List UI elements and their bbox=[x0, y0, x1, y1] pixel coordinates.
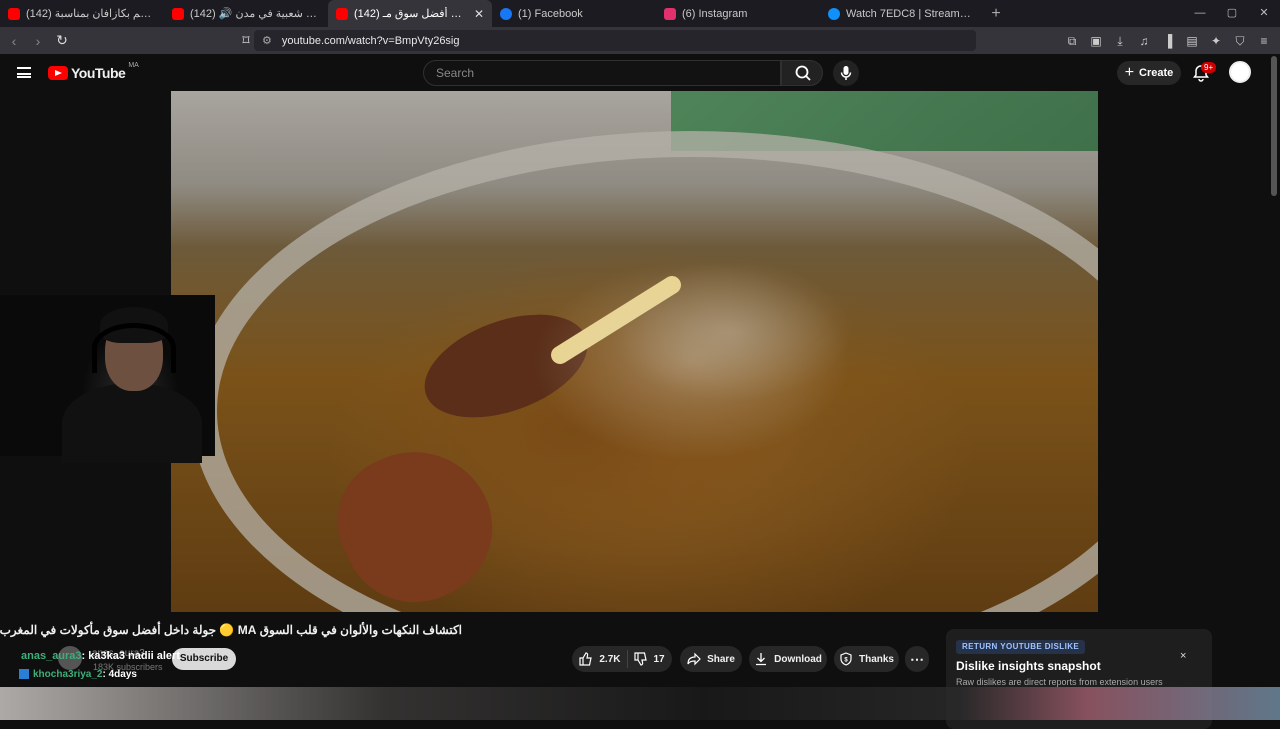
headset-icon bbox=[92, 323, 176, 373]
search-button[interactable] bbox=[781, 60, 823, 86]
youtube-wordmark: YouTube bbox=[71, 65, 126, 81]
maximize-icon[interactable]: ▢ bbox=[1216, 0, 1248, 27]
tab-title: (142) جمعتهم وفاجئتهم بكازافان بمناسبة bbox=[26, 8, 156, 20]
microphone-icon bbox=[840, 66, 852, 80]
thanks-dollar-icon: $ bbox=[840, 652, 852, 666]
svg-text:$: $ bbox=[844, 658, 848, 664]
forward-icon[interactable]: › bbox=[28, 33, 48, 49]
video-player[interactable] bbox=[171, 91, 1098, 612]
url-text: youtube.com/watch?v=BmpVty26sig bbox=[281, 34, 460, 47]
close-panel-icon[interactable]: × bbox=[1180, 650, 1186, 662]
music-icon[interactable]: ♫ bbox=[1136, 34, 1152, 48]
youtube-favicon-icon bbox=[336, 7, 348, 20]
search-input[interactable]: Search bbox=[423, 60, 781, 86]
page-scrollbar[interactable] bbox=[1271, 56, 1277, 196]
youtube-header: YouTube MA Search + Create 9+ bbox=[0, 54, 1280, 91]
download-icon bbox=[756, 653, 767, 666]
instagram-favicon-icon bbox=[664, 7, 676, 20]
close-window-icon[interactable]: ✕ bbox=[1248, 0, 1280, 27]
create-label: Create bbox=[1139, 67, 1174, 79]
browser-tab[interactable]: Watch 7EDC8 | Streamable bbox=[820, 0, 984, 27]
create-button[interactable]: + Create bbox=[1117, 61, 1181, 85]
chat-text: : ka3ka3 nadii alert bbox=[81, 650, 180, 662]
address-bar-row: ‹ › ↻ ⌑ ⚙ youtube.com/watch?v=BmpVty26si… bbox=[0, 27, 1280, 74]
extension-tag: RETURN YOUTUBE DISLIKE bbox=[956, 640, 1086, 654]
chat-text: : 4days bbox=[102, 669, 137, 680]
url-field[interactable]: ⚙ youtube.com/watch?v=BmpVty26sig bbox=[254, 30, 976, 51]
youtube-logo[interactable]: YouTube MA bbox=[48, 62, 139, 81]
youtube-favicon-icon bbox=[8, 7, 20, 20]
video-frame-steam bbox=[531, 261, 851, 461]
browser-tab[interactable]: (1) Facebook bbox=[492, 0, 656, 27]
downloads-icon[interactable]: ⤓ bbox=[1112, 34, 1128, 48]
bookmark-icon[interactable]: ⌑ bbox=[236, 32, 256, 49]
like-divider bbox=[626, 650, 628, 668]
plus-icon: + bbox=[1124, 64, 1135, 81]
tab-title: (1) Facebook bbox=[518, 7, 583, 20]
browser-tab-active[interactable]: (142) جولة داخل أفضل سوق مـ... ✕ bbox=[328, 0, 492, 27]
reload-icon[interactable]: ↻ bbox=[52, 32, 72, 49]
menu-icon[interactable]: ≡ bbox=[1256, 34, 1272, 48]
country-code: MA bbox=[128, 62, 139, 69]
browser-tab-bar: (142) جمعتهم وفاجئتهم بكازافان بمناسبة (… bbox=[0, 0, 1280, 27]
chat-username: anas_aura3 bbox=[21, 650, 82, 662]
streamable-favicon-icon bbox=[828, 7, 840, 20]
more-actions-button[interactable]: ⋯ bbox=[905, 646, 929, 672]
browser-tab[interactable]: (142) جمعتهم وفاجئتهم بكازافان بمناسبة bbox=[0, 0, 164, 27]
like-dislike-group: 2.7K 17 bbox=[572, 646, 672, 672]
thanks-label: Thanks bbox=[858, 653, 894, 665]
chat-message: khocha3riya_2: 4days bbox=[19, 669, 137, 680]
thanks-button[interactable]: $ Thanks bbox=[834, 646, 899, 672]
notification-badge: 9+ bbox=[1201, 62, 1217, 73]
hamburger-menu-icon[interactable] bbox=[17, 67, 31, 78]
tab-title: (6) Instagram bbox=[682, 7, 748, 20]
thumbs-up-icon[interactable] bbox=[579, 652, 593, 666]
tab-title: (142) 🔊 أشهى مأكولات شعبية في مدن bbox=[190, 8, 320, 20]
panel-subtitle: Raw dislikes are direct reports from ext… bbox=[956, 677, 1163, 687]
browser-tab[interactable]: (6) Instagram bbox=[656, 0, 820, 27]
wallet-icon[interactable]: ▤ bbox=[1184, 34, 1200, 48]
new-tab-button[interactable]: + bbox=[984, 5, 1008, 23]
extensions-icon[interactable]: ⧉ bbox=[1064, 34, 1080, 48]
chat-badge-icon bbox=[19, 669, 29, 680]
video-title: اكتشاف النكهات والألوان في قلب السوق MA … bbox=[0, 623, 462, 637]
account-avatar[interactable] bbox=[1229, 61, 1251, 83]
like-count[interactable]: 2.7K bbox=[599, 654, 620, 665]
share-button[interactable]: Share bbox=[680, 646, 742, 672]
recommendation-thumbnails-strip bbox=[0, 687, 1280, 720]
search-icon bbox=[795, 65, 811, 81]
site-settings-icon[interactable]: ⚙ bbox=[262, 34, 272, 47]
browser-tab[interactable]: (142) 🔊 أشهى مأكولات شعبية في مدن bbox=[164, 0, 328, 27]
share-label: Share bbox=[707, 653, 735, 665]
youtube-play-icon bbox=[48, 66, 68, 80]
tab-title: (142) جولة داخل أفضل سوق مـ... bbox=[354, 8, 468, 20]
panel-title: Dislike insights snapshot bbox=[956, 659, 1101, 673]
toolbar-icons: ⧉ ▣ ⤓ ♫ ▐ ▤ ✦ ⛉ ≡ bbox=[1064, 27, 1272, 54]
tab-title: Watch 7EDC8 | Streamable bbox=[846, 7, 976, 20]
close-tab-icon[interactable]: ✕ bbox=[474, 7, 484, 21]
share-icon bbox=[687, 652, 701, 666]
vpn-icon[interactable]: ⛉ bbox=[1232, 34, 1248, 48]
streamer-body bbox=[62, 383, 202, 463]
download-label: Download bbox=[774, 653, 822, 665]
minimize-icon[interactable]: — bbox=[1184, 0, 1216, 27]
screenshot-icon[interactable]: ▣ bbox=[1088, 34, 1104, 48]
voice-search-button[interactable] bbox=[833, 60, 859, 86]
leo-ai-icon[interactable]: ✦ bbox=[1208, 34, 1224, 48]
window-controls: — ▢ ✕ bbox=[1184, 0, 1280, 27]
youtube-favicon-icon bbox=[172, 7, 184, 20]
thumbs-down-icon[interactable] bbox=[633, 652, 648, 666]
dislike-count[interactable]: 17 bbox=[654, 654, 665, 665]
facebook-favicon-icon bbox=[500, 7, 512, 20]
subscribe-button[interactable]: Subscribe bbox=[172, 648, 236, 670]
sidebar-icon[interactable]: ▐ bbox=[1160, 34, 1176, 48]
download-button[interactable]: Download bbox=[749, 646, 827, 672]
webcam-overlay bbox=[0, 295, 215, 463]
back-icon[interactable]: ‹ bbox=[4, 33, 24, 49]
chat-username: khocha3riya_2 bbox=[33, 669, 103, 680]
chat-message: anas_aura3: ka3ka3 nadii alert bbox=[21, 650, 180, 662]
